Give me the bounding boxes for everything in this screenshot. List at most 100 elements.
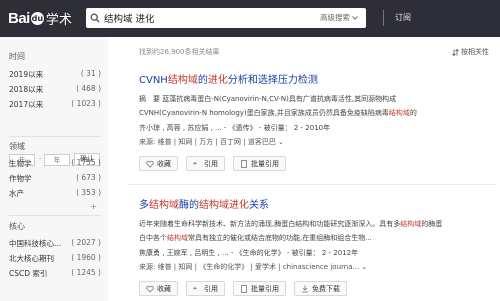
filter-label: 2018以来 bbox=[9, 85, 44, 94]
result-sources[interactable]: 来源: 维普 | 知网 | 《生命的化学》 | 爱学术 | chinascien… bbox=[139, 262, 494, 272]
result-divider bbox=[128, 184, 496, 185]
result-count: 找到约26,900条相关结果 bbox=[139, 48, 220, 56]
cite-button[interactable]: ❝ 引用 bbox=[186, 281, 225, 296]
batch-cite-button[interactable]: 批量引用 bbox=[233, 281, 286, 296]
time-filter-item[interactable]: 2019以来 ( 31 ) bbox=[9, 69, 101, 81]
button-label: 收藏 bbox=[157, 159, 171, 168]
result-sources[interactable]: 来源: 维普 | 知网 | 万方 | 百丁网 | 道客巴巴 ⌄ bbox=[139, 137, 494, 147]
result-meta[interactable]: 焦康勇 , 王婉军 , 吕明生 , ... - 《生命的化学》 - 被引量： 2… bbox=[139, 248, 494, 258]
filter-sidebar: 时间 2019以来 ( 31 ) 2018以来 ( 468 ) 2017以来 (… bbox=[0, 37, 108, 301]
abstract-part: 近年来随着生命科学新技术、新方法的涌现,酶蛋白结构和功能研究逐渐深入。具有多 bbox=[139, 220, 401, 228]
subscribe-link[interactable]: 订阅 bbox=[395, 12, 411, 23]
sort-icon bbox=[452, 48, 459, 56]
logo-text: Bai bbox=[8, 9, 30, 27]
heart-icon bbox=[146, 160, 154, 168]
title-highlight: 结构域进化 bbox=[199, 200, 249, 211]
title-part: 酶的 bbox=[179, 200, 199, 211]
filter-label: 北大核心期刊 bbox=[9, 254, 54, 263]
core-filter-item[interactable]: CSCD 索引 ( 1245 ) bbox=[9, 268, 101, 280]
sort-by-relevance[interactable]: 按相关性 bbox=[452, 47, 489, 57]
filter-count: ( 2027 ) bbox=[71, 238, 101, 247]
svg-text:❝: ❝ bbox=[193, 161, 197, 168]
filter-count: ( 673 ) bbox=[76, 173, 101, 182]
abstract-part: 的酶蛋 bbox=[421, 220, 443, 228]
filter-label: 生物学 bbox=[9, 159, 32, 168]
title-highlight: 结构域 bbox=[167, 75, 198, 86]
field-filter-item[interactable]: 生物学 ( 1755 ) bbox=[9, 158, 101, 170]
core-filter-item[interactable]: 北大核心期刊 ( 1960 ) bbox=[9, 253, 101, 265]
title-part: 多 bbox=[139, 200, 149, 211]
button-label: 批量引用 bbox=[251, 284, 279, 293]
download-icon bbox=[302, 285, 308, 292]
title-highlight: 进化 bbox=[207, 75, 228, 86]
filter-count: ( 468 ) bbox=[76, 84, 101, 93]
result-abstract: 白中各个结构域常具有独立的催化或结合底物的功能,在重组酶和组合生物... bbox=[139, 233, 494, 243]
filter-label: 作物学 bbox=[9, 174, 32, 183]
abstract-part: 的 bbox=[409, 109, 417, 117]
result-title-link[interactable]: 多结构域酶的结构域进化关系 bbox=[139, 196, 269, 211]
button-label: 引用 bbox=[204, 284, 218, 293]
filter-count: ( 1960 ) bbox=[71, 253, 101, 262]
field-filter-item[interactable]: 作物学 ( 673 ) bbox=[9, 173, 101, 185]
svg-text:❝: ❝ bbox=[193, 286, 197, 293]
quote-icon: ❝ bbox=[193, 161, 197, 168]
filter-count: ( 1245 ) bbox=[71, 268, 101, 277]
filter-count: ( 1755 ) bbox=[71, 158, 101, 167]
button-label: 免费下载 bbox=[312, 284, 340, 293]
results-panel: 找到约26,900条相关结果 按相关性 CVNH结构域的进化分析和选择压力检测 … bbox=[108, 37, 500, 301]
button-label: 收藏 bbox=[157, 284, 171, 293]
document-icon bbox=[241, 284, 247, 293]
core-filter-item[interactable]: 中国科技核心... ( 2027 ) bbox=[9, 238, 101, 250]
abstract-part: 常具有独立的催化或结合底物的功能,在重组酶和组合生物... bbox=[188, 234, 372, 242]
title-highlight: 结构域 bbox=[149, 200, 179, 211]
button-label: 引用 bbox=[204, 159, 218, 168]
field-filter-title: 领域 bbox=[9, 142, 25, 151]
filter-count: ( 31 ) bbox=[80, 69, 101, 78]
filter-label: CSCD 索引 bbox=[9, 269, 48, 278]
time-filter-title: 时间 bbox=[9, 52, 25, 61]
result-title-link[interactable]: CVNH结构域的进化分析和选择压力检测 bbox=[139, 71, 318, 86]
abstract-highlight: 结构域 bbox=[400, 220, 422, 228]
result-meta[interactable]: 齐小琼 , 高蓉 , 苏应娟 , ... - 《遗传》 - 被引量： 2 - 2… bbox=[139, 123, 494, 133]
document-icon bbox=[241, 159, 247, 168]
cite-button[interactable]: ❝ 引用 bbox=[186, 156, 225, 171]
result-actions: 收藏 ❝ 引用 批量引用 免费下载 bbox=[139, 281, 347, 296]
result-actions: 收藏 ❝ 引用 批量引用 bbox=[139, 156, 286, 171]
advanced-search-dropdown[interactable]: 高级搜索 bbox=[320, 12, 358, 23]
more-fields-toggle[interactable]: + bbox=[90, 202, 97, 211]
time-filter-item[interactable]: 2018以来 ( 468 ) bbox=[9, 84, 101, 96]
search-icon[interactable] bbox=[86, 8, 104, 28]
free-download-button[interactable]: 免费下载 bbox=[294, 281, 347, 296]
quote-icon: ❝ bbox=[193, 286, 197, 293]
baidu-scholar-logo[interactable]: Bai du 学术 bbox=[8, 9, 72, 28]
logo-suffix: 学术 bbox=[45, 12, 72, 28]
favorite-button[interactable]: 收藏 bbox=[139, 281, 178, 296]
time-filter-item[interactable]: 2017以来 ( 1023 ) bbox=[9, 99, 101, 111]
abstract-highlight: 结构域 bbox=[388, 109, 410, 117]
paw-icon: du bbox=[30, 11, 44, 25]
filter-label: 2017以来 bbox=[9, 100, 44, 109]
advanced-search-label: 高级搜索 bbox=[320, 13, 350, 22]
title-part: 关系 bbox=[249, 200, 269, 211]
title-part: 的 bbox=[197, 75, 208, 86]
search-box: 高级搜索 bbox=[86, 8, 366, 28]
filter-label: 水产 bbox=[9, 189, 24, 198]
result-abstract: 摘 要 蓝藻抗病毒蛋白-N(Cyanovirin-N,CV-N)具有广谱抗病毒活… bbox=[139, 95, 397, 103]
button-label: 批量引用 bbox=[251, 159, 279, 168]
filter-label: 2019以来 bbox=[9, 70, 44, 79]
field-filter-item[interactable]: 水产 ( 353 ) bbox=[9, 188, 101, 200]
chevron-down-icon bbox=[352, 15, 358, 20]
search-input[interactable] bbox=[104, 12, 294, 24]
result-abstract: 近年来随着生命科学新技术、新方法的涌现,酶蛋白结构和功能研究逐渐深入。具有多结构… bbox=[139, 219, 494, 229]
favorite-button[interactable]: 收藏 bbox=[139, 156, 178, 171]
abstract-part: CVNH(Cyanovirin-N homology)蛋白家族,并且家族成员仍然… bbox=[139, 109, 389, 117]
filter-count: ( 353 ) bbox=[76, 188, 101, 197]
core-filter-title: 核心 bbox=[9, 222, 25, 231]
heart-icon bbox=[146, 285, 154, 293]
result-abstract: CVNH(Cyanovirin-N homology)蛋白家族,并且家族成员仍然… bbox=[139, 108, 494, 118]
section-divider bbox=[9, 136, 101, 137]
sort-label: 按相关性 bbox=[461, 48, 489, 56]
batch-cite-button[interactable]: 批量引用 bbox=[233, 156, 286, 171]
abstract-part: 白中各个 bbox=[139, 234, 167, 242]
top-header: Bai du 学术 高级搜索 订阅 bbox=[0, 0, 500, 37]
